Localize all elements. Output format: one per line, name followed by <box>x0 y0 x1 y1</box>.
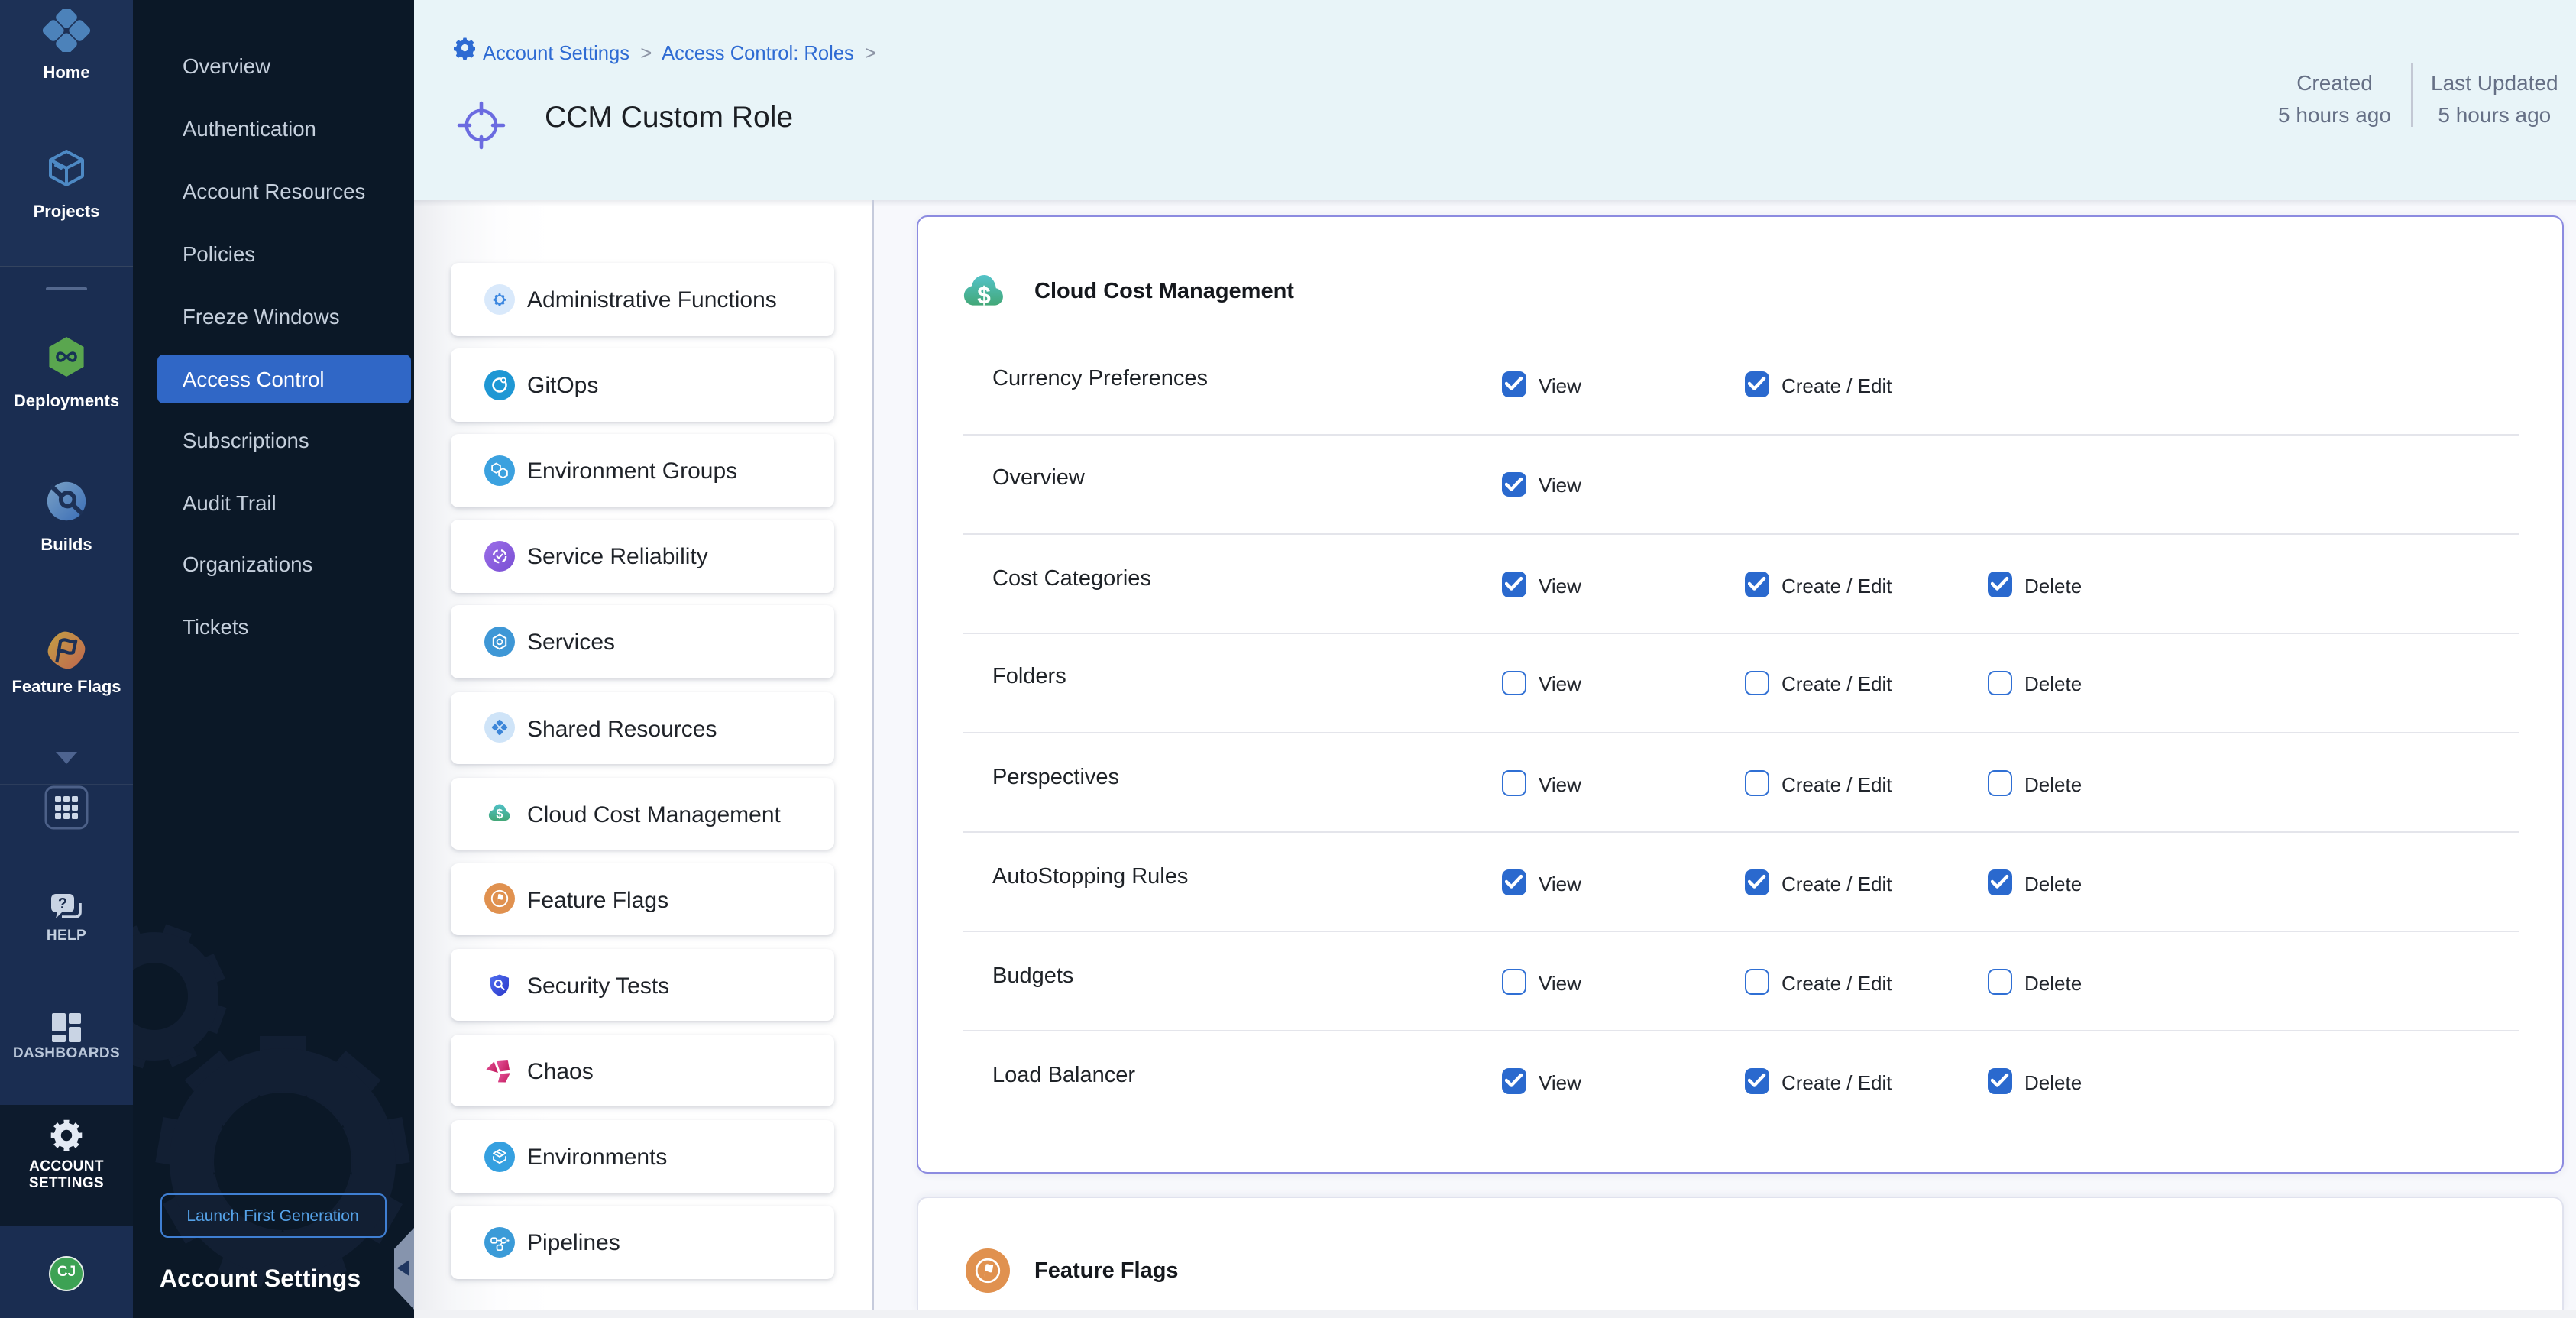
svg-text:$: $ <box>976 280 990 308</box>
svg-text:$: $ <box>496 808 503 821</box>
svg-text:?: ? <box>58 895 67 912</box>
